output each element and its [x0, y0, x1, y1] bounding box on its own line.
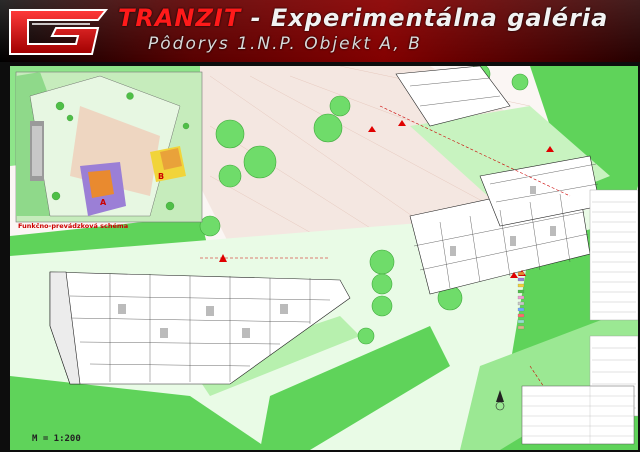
schema-block-a: A — [100, 198, 107, 207]
title-gallery: - Experimentálna galéria — [241, 4, 609, 32]
title-tranzit: TRANZIT — [118, 4, 242, 32]
schema-caption: Funkčno-prevádzková schéma — [18, 222, 129, 230]
floor-plan-drawing — [10, 66, 638, 450]
page-subtitle: Pôdorys 1.N.P. Objekt A, B — [148, 34, 422, 54]
poster: TRANZIT - Experimentálna galéria Pôdorys… — [0, 0, 640, 452]
functional-schema-inset — [15, 71, 203, 223]
scale-label: M = 1:200 — [32, 434, 81, 444]
schema-block-b: B — [158, 172, 165, 181]
drawing-area — [10, 66, 638, 450]
page-title: TRANZIT - Experimentálna galéria — [118, 4, 608, 32]
tranzit-logo — [9, 9, 109, 55]
